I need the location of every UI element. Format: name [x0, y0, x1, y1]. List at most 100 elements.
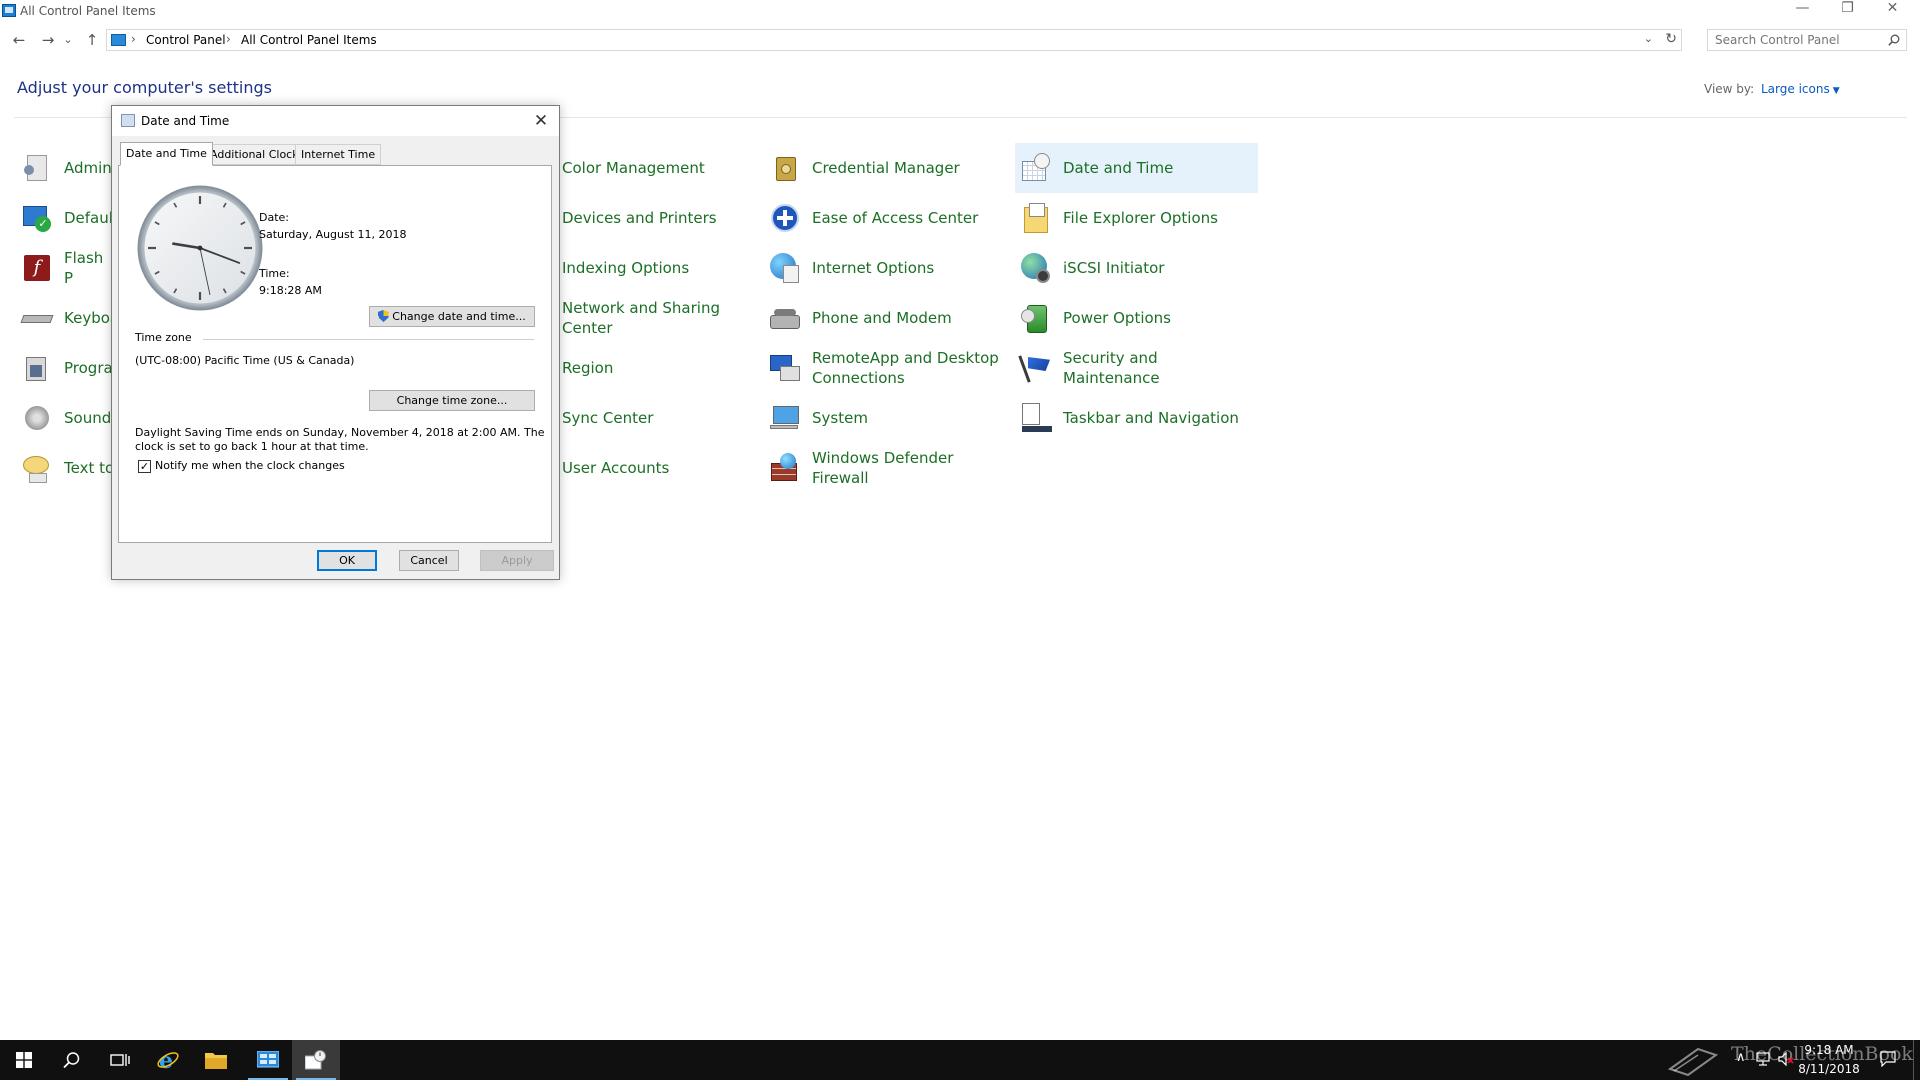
network-icon[interactable] [1756, 1052, 1772, 1066]
cp-item-indexing-options[interactable]: Indexing Options [560, 243, 760, 293]
globe-icon [768, 251, 802, 285]
restore-button[interactable]: ❐ [1825, 0, 1870, 22]
firewall-icon [768, 451, 802, 485]
cp-item-color-management[interactable]: Color Management [560, 143, 760, 193]
cp-item-iscsi-initiator[interactable]: iSCSI Initiator [1015, 243, 1258, 293]
dialog-titlebar: Date and Time ✕ [112, 106, 559, 136]
programs-icon [20, 351, 54, 385]
cp-item-file-explorer-options[interactable]: File Explorer Options [1015, 193, 1258, 243]
file-explorer-taskbar-button[interactable] [192, 1040, 240, 1080]
back-button[interactable]: ← [8, 29, 30, 51]
breadcrumb-all-items[interactable]: All Control Panel Items [241, 33, 377, 47]
up-button[interactable]: ↑ [81, 29, 103, 51]
cancel-button[interactable]: Cancel [399, 550, 459, 571]
cp-item-remoteapp-and-desktop-connections[interactable]: RemoteApp and Desktop Connections [764, 343, 1004, 393]
speaker-icon [20, 401, 54, 435]
search-taskbar-button[interactable] [48, 1040, 96, 1080]
address-bar[interactable]: › Control Panel › All Control Panel Item… [106, 29, 1682, 51]
tab-date-and-time[interactable]: Date and Time [120, 142, 213, 166]
cp-item-taskbar-and-navigation[interactable]: Taskbar and Navigation [1015, 393, 1258, 443]
recent-locations-button[interactable]: ⌄ [61, 29, 75, 51]
tab-panel: Date: Saturday, August 11, 2018 Time: 9:… [118, 165, 552, 543]
date-value: Saturday, August 11, 2018 [259, 228, 407, 241]
apply-button[interactable]: Apply [480, 550, 554, 571]
change-date-and-time-button[interactable]: Change date and time... [369, 306, 535, 327]
taskbar-icon [1019, 401, 1053, 435]
cp-item-keyboard[interactable]: Keyboa [16, 293, 119, 343]
collection-book-logo [1668, 1047, 1718, 1077]
cp-item-internet-options[interactable]: Internet Options [764, 243, 1004, 293]
cp-item-windows-defender-firewall[interactable]: Windows Defender Firewall [764, 443, 1004, 493]
cp-item-region[interactable]: Region [560, 343, 760, 393]
minimize-button[interactable]: — [1780, 0, 1825, 22]
address-dropdown-icon[interactable]: ⌄ [1644, 32, 1653, 45]
cp-item-text-to-speech[interactable]: Text to [16, 443, 116, 493]
change-date-and-time-label: Change date and time... [392, 310, 526, 323]
search-box[interactable] [1707, 29, 1907, 51]
dialog-close-button[interactable]: ✕ [529, 109, 553, 133]
cp-item-devices-and-printers[interactable]: Devices and Printers [560, 193, 760, 243]
speech-bubble-icon [20, 451, 54, 485]
window-titlebar: All Control Panel Items — ❐ ✕ [0, 0, 1920, 22]
date-time-taskbar-button[interactable] [292, 1040, 340, 1080]
time-label: Time: [259, 267, 290, 280]
page-title: Adjust your computer's settings [17, 78, 272, 97]
control-panel-taskbar-button[interactable] [244, 1040, 292, 1080]
forward-button[interactable]: → [37, 29, 59, 51]
phone-icon [768, 301, 802, 335]
keyboard-icon [20, 301, 54, 335]
internet-explorer-taskbar-button[interactable]: e [144, 1040, 192, 1080]
cp-item-phone-and-modem[interactable]: Phone and Modem [764, 293, 1004, 343]
cp-item-sync-center[interactable]: Sync Center [560, 393, 760, 443]
taskbar-clock-date[interactable]: 8/11/2018 [1784, 1062, 1874, 1076]
breadcrumb-control-panel[interactable]: Control Panel [146, 33, 226, 47]
show-desktop-button[interactable] [1913, 1040, 1920, 1080]
cp-item-user-accounts[interactable]: User Accounts [560, 443, 760, 493]
cp-item-security-and-maintenance[interactable]: Security and Maintenance [1015, 343, 1258, 393]
cp-item-programs-and-features[interactable]: Progra [16, 343, 116, 393]
breadcrumb-separator: › [226, 32, 231, 46]
action-center-icon[interactable] [1880, 1051, 1896, 1067]
date-and-time-dialog: Date and Time ✕ Date and Time Additional… [111, 105, 560, 580]
cp-item-default-programs[interactable]: ✓ Default [16, 193, 119, 243]
administrative-tools-icon [20, 151, 54, 185]
notify-clock-change-checkbox[interactable]: ✓ [138, 460, 151, 473]
search-input[interactable] [1709, 31, 1879, 49]
remote-desktop-icon [768, 351, 802, 385]
cp-item-sound[interactable]: Sound [16, 393, 116, 443]
cp-item-administrative-tools[interactable]: Admini [16, 143, 116, 193]
change-time-zone-button[interactable]: Change time zone... [369, 390, 535, 411]
cp-item-system[interactable]: System [764, 393, 1004, 443]
search-icon[interactable] [1888, 34, 1900, 46]
tab-internet-time[interactable]: Internet Time [295, 144, 382, 165]
view-by-dropdown[interactable]: Large icons ▼ [1761, 82, 1840, 96]
time-value: 9:18:28 AM [259, 284, 322, 297]
task-view-button[interactable] [96, 1040, 144, 1080]
cp-item-flash-player[interactable]: f Flash P [16, 243, 116, 293]
timezone-group-line [203, 339, 534, 340]
search-icon [63, 1052, 80, 1069]
calendar-clock-icon [1019, 151, 1053, 185]
credential-vault-icon [768, 151, 802, 185]
control-panel-icon [2, 4, 16, 17]
taskbar-clock-time[interactable]: 9:18 AM [1784, 1043, 1874, 1057]
cp-item-ease-of-access-center[interactable]: Ease of Access Center [764, 193, 1004, 243]
folder-icon [205, 1053, 227, 1069]
windows-logo-icon [16, 1052, 32, 1068]
cp-item-credential-manager[interactable]: Credential Manager [764, 143, 1004, 193]
battery-power-icon [1019, 301, 1053, 335]
cp-item-power-options[interactable]: Power Options [1015, 293, 1258, 343]
refresh-icon[interactable]: ↻ [1665, 31, 1677, 47]
control-panel-icon [257, 1051, 279, 1068]
start-button[interactable] [0, 1040, 48, 1080]
show-hidden-icons-chevron-icon[interactable]: ∧ [1736, 1050, 1746, 1065]
address-row: ← → ⌄ ↑ › Control Panel › All Control Pa… [0, 28, 1920, 52]
ok-button[interactable]: OK [317, 550, 377, 571]
uac-shield-icon [378, 310, 390, 322]
close-window-button[interactable]: ✕ [1870, 0, 1915, 22]
notify-clock-change-label[interactable]: Notify me when the clock changes [155, 459, 345, 472]
cp-item-network-and-sharing-center[interactable]: Network and Sharing Center [560, 293, 730, 343]
dst-info-line-2: clock is set to go back 1 hour at that t… [135, 440, 369, 453]
iscsi-globe-icon [1019, 251, 1053, 285]
cp-item-date-and-time[interactable]: Date and Time [1015, 143, 1258, 193]
